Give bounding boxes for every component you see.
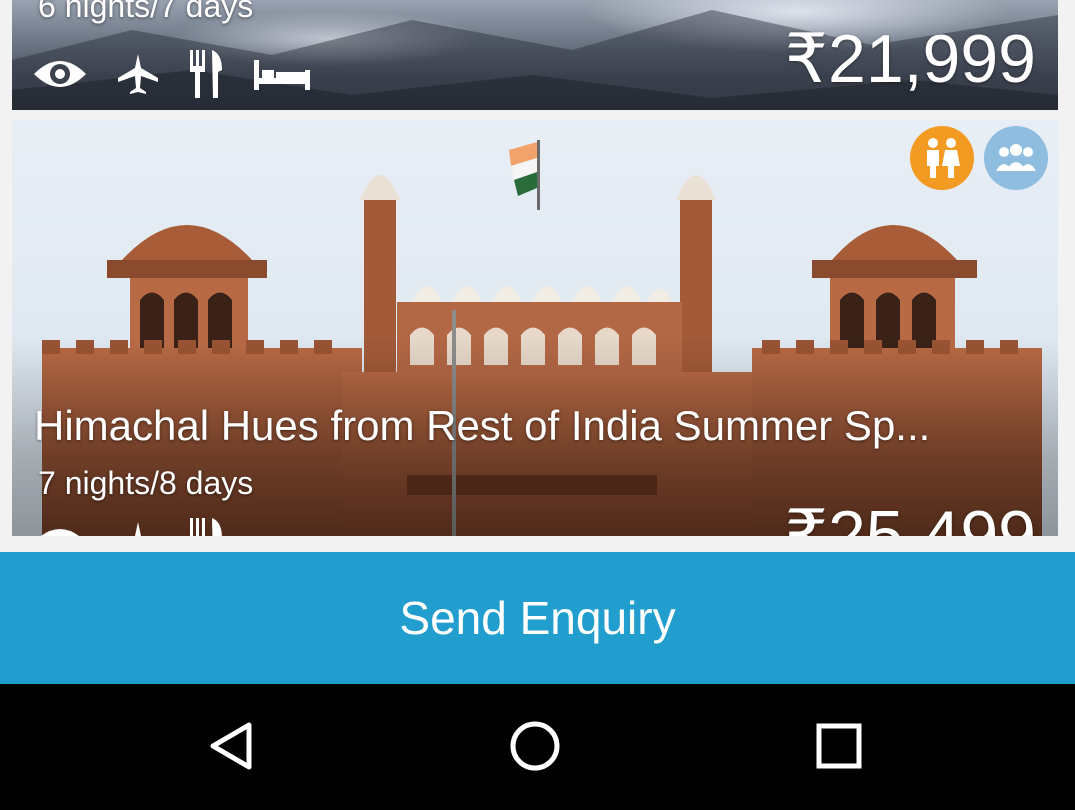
recents-icon <box>816 723 862 769</box>
traveller-badges <box>910 126 1048 190</box>
group-badge <box>984 126 1048 190</box>
send-enquiry-button[interactable]: Send Enquiry <box>0 552 1075 684</box>
hotel-icon <box>254 60 310 90</box>
package-card-2[interactable]: Himachal Hues from Rest of India Summer … <box>12 120 1058 536</box>
package-price: ₹21,999 <box>784 21 1036 97</box>
home-icon <box>510 721 560 771</box>
back-button[interactable] <box>192 706 272 786</box>
home-button[interactable] <box>495 706 575 786</box>
meal-icon <box>190 518 222 536</box>
eye-icon <box>41 529 79 536</box>
eye-icon <box>34 61 86 87</box>
package-card-1[interactable]: 6 nights/7 days ₹21,999 <box>12 0 1058 110</box>
package-title: Himachal Hues from Rest of India Summer … <box>34 402 931 449</box>
meal-icon <box>190 50 222 98</box>
family-icon <box>927 138 960 178</box>
flight-icon <box>118 54 158 94</box>
system-navigation-bar <box>0 684 1075 810</box>
recents-button[interactable] <box>799 706 879 786</box>
amenities-row <box>32 516 224 536</box>
package-duration: 6 nights/7 days <box>38 0 254 24</box>
back-icon <box>210 722 252 770</box>
amenities-row <box>32 48 312 100</box>
group-icon <box>996 144 1036 171</box>
package-duration: 7 nights/8 days <box>38 465 254 501</box>
flight-icon <box>135 522 141 536</box>
package-price: ₹25,499 <box>784 497 1036 536</box>
family-badge <box>910 126 974 190</box>
